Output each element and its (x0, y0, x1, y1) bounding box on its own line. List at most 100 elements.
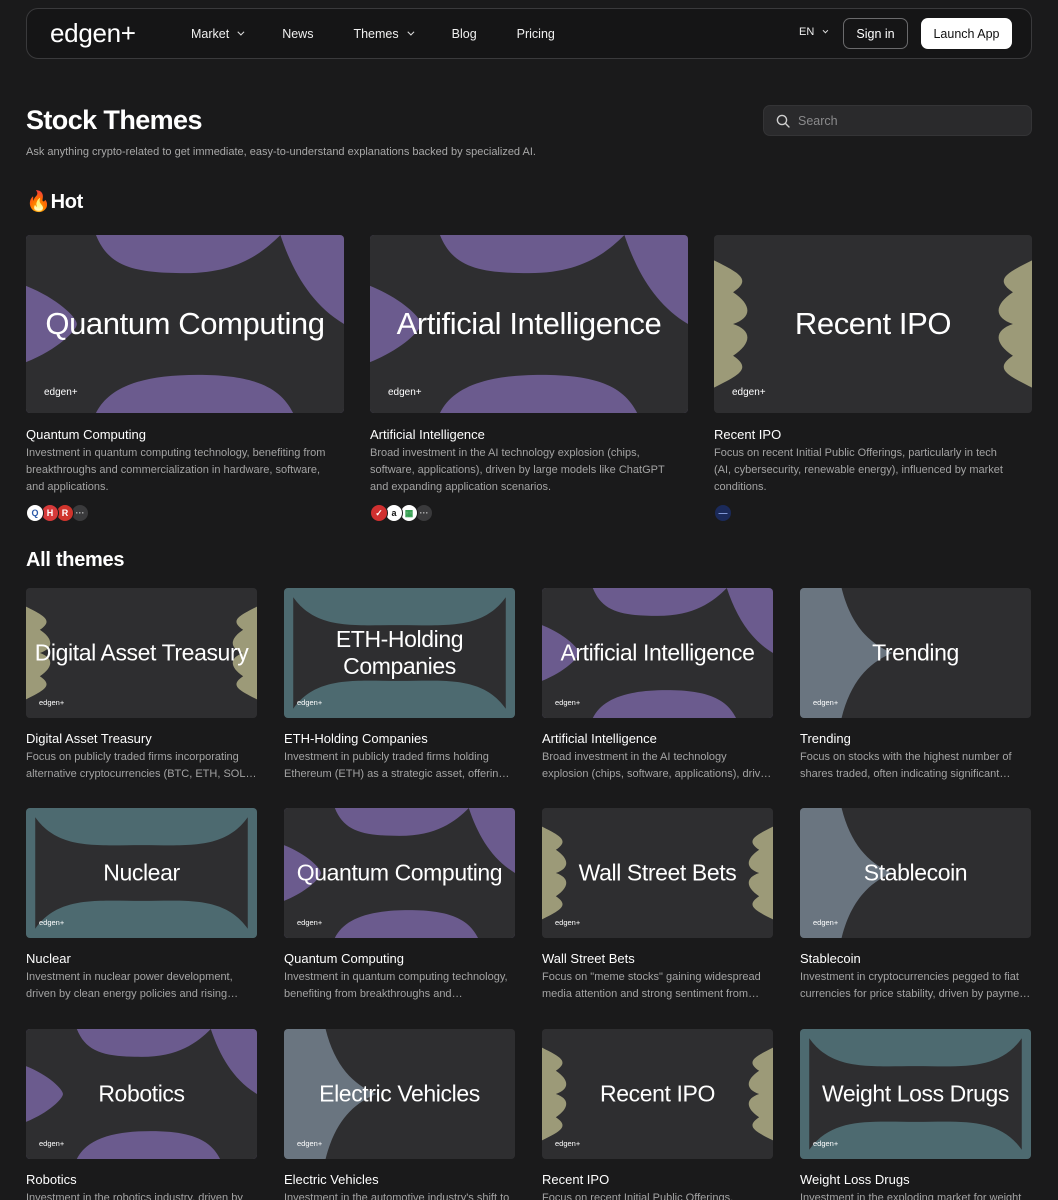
sign-in-button[interactable]: Sign in (843, 18, 908, 49)
search-icon (776, 114, 790, 128)
chevron-down-icon (407, 28, 415, 36)
theme-description: Investment in nuclear power development,… (26, 971, 233, 1000)
chevron-down-icon (237, 28, 245, 36)
theme-name: Quantum Computing (26, 427, 146, 442)
search-input[interactable] (798, 113, 1031, 128)
theme-name: Recent IPO (542, 1172, 610, 1187)
thumbnail-title: ETH-Holding Companies (335, 626, 464, 679)
thumbnail-logo: edgen+ (39, 698, 65, 707)
top-nav: edgen+ Market News Themes Blog Pricing E… (26, 8, 1032, 59)
thumbnail-title: Quantum Computing (45, 305, 325, 341)
thumbnail-logo: edgen+ (555, 918, 581, 927)
thumbnail-title: Weight Loss Drugs (821, 1080, 1010, 1107)
theme-thumbnail: Quantum Computing edgen+ (284, 808, 515, 938)
nav-news[interactable]: News (282, 27, 313, 41)
thumbnail-title: Nuclear (103, 859, 180, 886)
nav-pricing-label: Pricing (516, 26, 555, 41)
nav-pricing[interactable]: Pricing (517, 27, 555, 41)
search-box[interactable] (763, 105, 1032, 136)
theme-thumbnail: Quantum Computing edgen+ (26, 235, 344, 413)
theme-card[interactable]: ETH-Holding Companies edgen+ ETH-Holding C… (284, 588, 515, 783)
theme-thumbnail: Recent IPO edgen+ (542, 1029, 773, 1159)
thumbnail-title: Electric Vehicles (319, 1080, 480, 1107)
theme-description: Focus on recent Initial Public Offerings… (542, 1192, 734, 1200)
theme-card[interactable]: Wall Street Bets edgen+ Wall Street Bets Fo… (542, 808, 773, 1003)
theme-card[interactable]: Nuclear edgen+ Nuclear Investment in nuclea… (26, 808, 257, 1003)
theme-name: ETH-Holding Companies (284, 731, 428, 746)
theme-description: Investment in the exploding market for w… (800, 1192, 1022, 1200)
stock-logo-icon[interactable]: — (714, 504, 732, 522)
thumbnail-title: Digital Asset Treasury (34, 639, 249, 666)
theme-description: Investment in cryptocurrencies pegged to… (800, 971, 1029, 1000)
hot-theme-card[interactable]: Recent IPO edgen+ Recent IPO Focus on recen… (714, 235, 1032, 522)
stock-icons: Q H R ··· (26, 504, 344, 522)
theme-description: Investment in publicly traded firms hold… (284, 751, 505, 780)
theme-description: Investment in quantum computing technolo… (26, 447, 326, 493)
thumbnail-title: Artificial Intelligence (560, 639, 755, 666)
nav-themes-label: Themes (353, 26, 399, 41)
theme-card[interactable]: Recent IPO edgen+ Recent IPO Focus on recen… (542, 1029, 773, 1200)
edgen-logo[interactable]: edgen+ (50, 18, 136, 49)
theme-name: Stablecoin (800, 951, 861, 966)
thumbnail-logo: edgen+ (813, 1139, 839, 1148)
nav-blog[interactable]: Blog (452, 27, 477, 41)
theme-thumbnail: ETH-Holding Companies edgen+ (284, 588, 515, 718)
nav-market[interactable]: Market (191, 27, 245, 41)
theme-card[interactable]: Quantum Computing edgen+ Quantum Computing… (284, 808, 515, 1003)
theme-description: Investment in quantum computing technolo… (284, 971, 508, 1000)
language-selector[interactable]: EN (799, 26, 829, 38)
theme-card[interactable]: Stablecoin edgen+ Stablecoin Investment in … (800, 808, 1031, 1003)
theme-name: Electric Vehicles (284, 1172, 379, 1187)
theme-name: Wall Street Bets (542, 951, 635, 966)
thumbnail-logo: edgen+ (297, 698, 323, 707)
stock-icons: — (714, 504, 1032, 522)
thumbnail-title: Artificial Intelligence (396, 305, 662, 341)
thumbnail-logo: edgen+ (555, 1139, 581, 1148)
theme-thumbnail: Stablecoin edgen+ (800, 808, 1031, 938)
theme-name: Artificial Intelligence (542, 731, 657, 746)
stock-icons: ✓ a ▦ ··· (370, 504, 688, 522)
theme-card[interactable]: Artificial Intelligence edgen+ Artificial … (542, 588, 773, 783)
hot-theme-card[interactable]: Artificial Intelligence edgen+ Artificial … (370, 235, 688, 522)
thumbnail-title: Quantum Computing (296, 859, 503, 886)
thumbnail-title: Recent IPO (794, 305, 952, 341)
theme-thumbnail: Electric Vehicles edgen+ (284, 1029, 515, 1159)
theme-name: Digital Asset Treasury (26, 731, 152, 746)
theme-card[interactable]: Electric Vehicles edgen+ Electric Vehicles… (284, 1029, 515, 1200)
thumbnail-logo: edgen+ (388, 387, 422, 398)
thumbnail-logo: edgen+ (813, 918, 839, 927)
stock-logo-icon[interactable]: ✓ (370, 504, 388, 522)
nav-blog-label: Blog (451, 26, 477, 41)
thumbnail-logo: edgen+ (813, 698, 839, 707)
theme-thumbnail: Trending edgen+ (800, 588, 1031, 718)
theme-description: Investment in the automotive industry's … (284, 1192, 510, 1200)
theme-thumbnail: Artificial Intelligence edgen+ (542, 588, 773, 718)
theme-name: Robotics (26, 1172, 77, 1187)
nav-themes[interactable]: Themes (353, 26, 415, 41)
page-title: Stock Themes (26, 105, 202, 135)
thumbnail-title: Wall Street Bets (578, 859, 737, 886)
theme-card[interactable]: Weight Loss Drugs edgen+ Weight Loss Drugs… (800, 1029, 1031, 1200)
theme-name: Trending (800, 731, 851, 746)
theme-name: Artificial Intelligence (370, 427, 485, 442)
theme-thumbnail: Nuclear edgen+ (26, 808, 257, 938)
theme-thumbnail: Digital Asset Treasury edgen+ (26, 588, 257, 718)
theme-thumbnail: Recent IPO edgen+ (714, 235, 1032, 413)
thumbnail-title: Stablecoin (863, 859, 968, 886)
theme-name: Quantum Computing (284, 951, 404, 966)
stock-logo-icon[interactable]: Q (26, 504, 44, 522)
theme-card[interactable]: Digital Asset Treasury edgen+ Digital Asse… (26, 588, 257, 783)
thumbnail-logo: edgen+ (297, 918, 323, 927)
language-label: EN (799, 26, 815, 38)
thumbnail-logo: edgen+ (297, 1139, 323, 1148)
hot-theme-card[interactable]: Quantum Computing edgen+ Quantum Computing… (26, 235, 344, 522)
theme-card[interactable]: Robotics edgen+ Robotics Investment in the … (26, 1029, 257, 1200)
theme-name: Weight Loss Drugs (800, 1172, 910, 1187)
thumbnail-title: Robotics (98, 1080, 185, 1107)
all-themes-section-title: All themes (26, 549, 125, 571)
thumbnail-title: Recent IPO (600, 1080, 715, 1107)
launch-app-button[interactable]: Launch App (921, 18, 1012, 49)
theme-description: Broad investment in the AI technology ex… (542, 751, 773, 780)
theme-description: Focus on stocks with the highest number … (800, 751, 1012, 780)
theme-card[interactable]: Trending edgen+ Trending Focus on stocks wi… (800, 588, 1031, 783)
